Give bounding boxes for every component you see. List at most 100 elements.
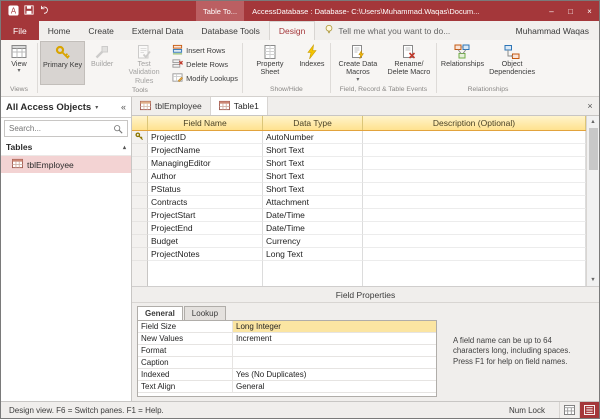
close-icon[interactable]: × (580, 1, 599, 21)
table-row[interactable]: ProjectID AutoNumber (132, 131, 586, 144)
table-row[interactable]: ProjectNotes Long Text (132, 248, 586, 261)
vertical-scrollbar[interactable]: ▲ ▼ (586, 116, 599, 286)
table-row[interactable]: ManagingEditor Short Text (132, 157, 586, 170)
row-selector[interactable] (132, 261, 148, 286)
contextual-tab-group[interactable]: Table To... (196, 1, 244, 21)
property-label[interactable]: Caption (138, 357, 233, 368)
property-row[interactable]: Indexed Yes (No Duplicates) (138, 369, 436, 381)
grid-header-description[interactable]: Description (Optional) (363, 116, 586, 130)
data-type-cell[interactable]: Date/Time (263, 209, 363, 222)
property-label[interactable]: Format (138, 345, 233, 356)
field-name-cell[interactable] (148, 261, 263, 286)
table-row[interactable]: Budget Currency (132, 235, 586, 248)
field-name-cell[interactable]: Contracts (148, 196, 263, 209)
save-icon[interactable] (24, 5, 34, 17)
tab-design[interactable]: Design (269, 21, 315, 40)
test-validation-rules-button[interactable]: Test Validation Rules (119, 41, 169, 85)
description-cell[interactable] (363, 183, 586, 196)
sidebar-section-tables[interactable]: Tables ▴ (1, 139, 131, 156)
row-selector[interactable] (132, 144, 148, 157)
close-object-icon[interactable]: × (581, 97, 599, 115)
doc-tab-table1[interactable]: Table1 (211, 97, 268, 115)
search-input[interactable] (5, 124, 109, 133)
data-type-cell[interactable]: Short Text (263, 144, 363, 157)
delete-rows-button[interactable]: Delete Rows (170, 58, 240, 71)
data-type-cell[interactable]: Short Text (263, 170, 363, 183)
builder-button[interactable]: Builder (86, 41, 118, 85)
row-selector[interactable] (132, 209, 148, 222)
tab-database-tools[interactable]: Database Tools (192, 21, 268, 40)
indexes-button[interactable]: Indexes (296, 41, 328, 84)
scrollbar-thumb[interactable] (589, 128, 598, 170)
row-selector[interactable] (132, 248, 148, 261)
navigation-pane-header[interactable]: All Access Objects ▾ « (1, 97, 131, 118)
table-row[interactable]: ProjectName Short Text (132, 144, 586, 157)
table-row[interactable]: PStatus Short Text (132, 183, 586, 196)
undo-icon[interactable] (39, 5, 49, 17)
object-dependencies-button[interactable]: Object Dependencies (487, 41, 537, 84)
property-value[interactable]: Increment (233, 333, 436, 344)
table-row[interactable]: Author Short Text (132, 170, 586, 183)
search-icon[interactable] (109, 124, 127, 134)
table-row[interactable]: Contracts Attachment (132, 196, 586, 209)
data-type-cell[interactable]: Short Text (263, 157, 363, 170)
row-selector[interactable] (132, 131, 148, 144)
tell-me-box[interactable]: Tell me what you want to do... (315, 21, 459, 40)
property-value[interactable] (233, 357, 436, 368)
maximize-icon[interactable]: □ (561, 1, 580, 21)
row-selector[interactable] (132, 170, 148, 183)
primary-key-button[interactable]: Primary Key (40, 41, 85, 85)
property-value[interactable]: General (233, 381, 436, 392)
relationships-button[interactable]: Relationships (439, 41, 486, 84)
field-name-cell[interactable]: PStatus (148, 183, 263, 196)
property-row[interactable]: Text Align General (138, 381, 436, 393)
property-row[interactable]: Format (138, 345, 436, 357)
grid-header-data-type[interactable]: Data Type (263, 116, 363, 130)
property-label[interactable]: New Values (138, 333, 233, 344)
property-label[interactable]: Text Align (138, 381, 233, 392)
tab-home[interactable]: Home (39, 21, 80, 40)
description-cell[interactable] (363, 196, 586, 209)
create-data-macros-button[interactable]: Create Data Macros ▾ (333, 41, 383, 84)
property-value[interactable]: Yes (No Duplicates) (233, 369, 436, 380)
sidebar-item-tblemployee[interactable]: tblEmployee (1, 156, 131, 173)
datasheet-view-button[interactable] (559, 402, 579, 418)
description-cell[interactable] (363, 235, 586, 248)
field-name-cell[interactable]: ProjectStart (148, 209, 263, 222)
field-name-cell[interactable]: ProjectEnd (148, 222, 263, 235)
description-cell[interactable] (363, 157, 586, 170)
field-name-cell[interactable]: ManagingEditor (148, 157, 263, 170)
field-name-cell[interactable]: ProjectName (148, 144, 263, 157)
property-row[interactable]: Caption (138, 357, 436, 369)
minimize-icon[interactable]: – (542, 1, 561, 21)
tab-create[interactable]: Create (79, 21, 123, 40)
description-cell[interactable] (363, 209, 586, 222)
field-name-cell[interactable]: Author (148, 170, 263, 183)
data-type-cell[interactable]: AutoNumber (263, 131, 363, 144)
modify-lookups-button[interactable]: Modify Lookups (170, 72, 240, 85)
design-view-button[interactable] (579, 402, 599, 418)
view-button[interactable]: View ▾ (3, 41, 35, 84)
table-row[interactable]: ProjectEnd Date/Time (132, 222, 586, 235)
description-cell[interactable] (363, 222, 586, 235)
scroll-down-icon[interactable]: ▼ (590, 274, 595, 286)
data-type-cell[interactable]: Attachment (263, 196, 363, 209)
description-cell[interactable] (363, 261, 586, 286)
row-selector[interactable] (132, 235, 148, 248)
scroll-up-icon[interactable]: ▲ (590, 116, 595, 128)
description-cell[interactable] (363, 248, 586, 261)
grid-empty-area[interactable] (132, 261, 586, 286)
row-selector[interactable] (132, 196, 148, 209)
user-name[interactable]: Muhammad Waqas (506, 21, 599, 40)
description-cell[interactable] (363, 131, 586, 144)
row-selector[interactable] (132, 157, 148, 170)
property-sheet-button[interactable]: Property Sheet (245, 41, 295, 84)
property-value[interactable] (233, 345, 436, 356)
property-label[interactable]: Field Size (138, 321, 233, 332)
grid-header-field-name[interactable]: Field Name (148, 116, 263, 130)
field-name-cell[interactable]: ProjectNotes (148, 248, 263, 261)
row-selector[interactable] (132, 183, 148, 196)
rename-delete-macro-button[interactable]: Rename/ Delete Macro (384, 41, 434, 84)
description-cell[interactable] (363, 144, 586, 157)
property-value[interactable]: Long Integer (233, 321, 436, 332)
